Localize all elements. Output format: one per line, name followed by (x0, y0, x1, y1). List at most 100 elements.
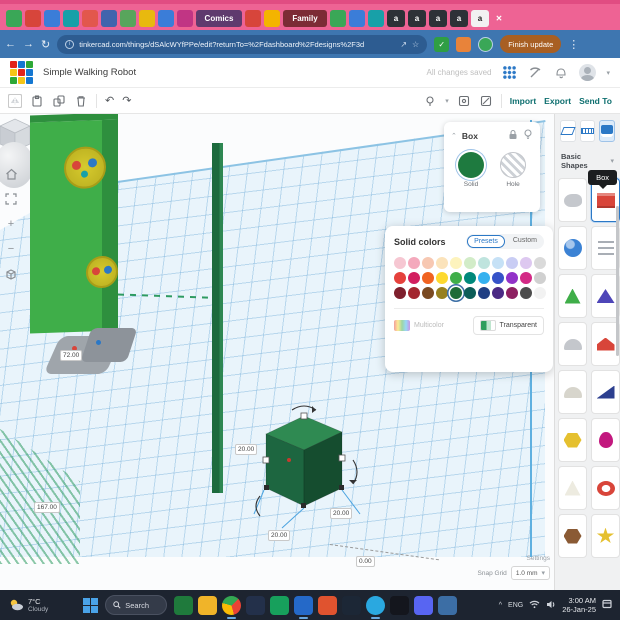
color-swatch[interactable] (506, 257, 518, 269)
perspective-toggle-icon[interactable] (3, 266, 19, 282)
address-bar[interactable]: i tinkercad.com/things/dSAlcWYfPPe/edit?… (57, 34, 428, 54)
browser-tab[interactable] (245, 9, 261, 27)
color-swatch[interactable] (450, 272, 462, 284)
lightbulb-icon[interactable] (523, 127, 533, 145)
design-title[interactable]: Simple Walking Robot (43, 67, 136, 78)
import-button[interactable]: Import (510, 96, 536, 106)
color-swatch[interactable] (450, 287, 462, 299)
browser-tab[interactable] (44, 9, 60, 27)
color-swatch[interactable] (422, 257, 434, 269)
taskbar-app-icon[interactable] (390, 595, 410, 615)
browser-tab[interactable] (139, 9, 155, 27)
notification-center-icon[interactable] (602, 596, 612, 614)
browser-tab[interactable] (177, 9, 193, 27)
extension-check-icon[interactable]: ✓ (434, 36, 450, 52)
shape-item[interactable] (591, 514, 620, 558)
transparent-option[interactable]: Transparent (472, 316, 544, 335)
shape-item[interactable] (558, 418, 587, 462)
browser-tab[interactable] (158, 9, 174, 27)
color-swatch[interactable] (506, 287, 518, 299)
dimension-depth-field[interactable]: 20.00 (268, 530, 291, 541)
notifications-bell-icon[interactable] (553, 65, 569, 81)
color-swatch[interactable] (464, 257, 476, 269)
color-swatch[interactable] (436, 257, 448, 269)
material-hole-option[interactable]: Hole (500, 152, 526, 188)
show-all-icon[interactable] (457, 94, 471, 108)
browser-tab[interactable]: Family (283, 9, 327, 27)
language-indicator[interactable]: ENG (508, 602, 523, 609)
notes-tool[interactable] (599, 120, 616, 142)
browser-tab[interactable] (349, 9, 365, 27)
color-swatch[interactable] (408, 272, 420, 284)
undo-icon[interactable]: ↶ (105, 95, 114, 107)
shape-item[interactable] (591, 466, 620, 510)
browser-tab[interactable] (120, 9, 136, 27)
delete-icon[interactable] (74, 94, 88, 108)
browser-tab[interactable]: a (387, 9, 405, 27)
browser-tab[interactable]: Comics (196, 9, 242, 27)
dimension-elevation-field[interactable]: 0.00 (356, 556, 375, 567)
browser-tab[interactable] (6, 9, 22, 27)
solid-swatch[interactable] (458, 152, 484, 178)
browser-tab[interactable] (25, 9, 41, 27)
clock[interactable]: 3:00 AM 26-Jan-25 (562, 596, 596, 614)
scale-handle-base-right[interactable] (339, 485, 344, 490)
color-swatch[interactable] (436, 272, 448, 284)
browser-tab[interactable] (264, 9, 280, 27)
scale-handle-base-mid[interactable] (301, 503, 306, 508)
color-swatch[interactable] (520, 272, 532, 284)
robot-eye-left[interactable] (64, 145, 106, 190)
color-swatch[interactable] (478, 257, 490, 269)
color-swatch[interactable] (506, 272, 518, 284)
wifi-icon[interactable] (529, 596, 540, 614)
color-swatch[interactable] (422, 272, 434, 284)
browser-menu-icon[interactable]: ⋮ (568, 38, 579, 51)
ruler-tool[interactable] (579, 120, 596, 142)
paste-icon[interactable] (30, 94, 44, 108)
taskbar-app-icon[interactable] (246, 595, 266, 615)
color-swatch[interactable] (408, 257, 420, 269)
browser-tab[interactable]: a (429, 9, 447, 27)
shape-item[interactable] (558, 514, 587, 558)
lock-icon[interactable] (508, 127, 518, 145)
duplicate-icon[interactable] (52, 94, 66, 108)
back-icon[interactable]: ← (5, 38, 16, 50)
color-swatch[interactable] (492, 287, 504, 299)
scale-handle-top[interactable] (300, 412, 308, 420)
color-swatch[interactable] (534, 257, 546, 269)
rotate-handle-left[interactable] (255, 495, 261, 517)
color-swatch[interactable] (408, 287, 420, 299)
tab-presets[interactable]: Presets (467, 235, 505, 248)
shape-item[interactable] (558, 322, 587, 366)
taskbar-app-icon[interactable] (342, 595, 362, 615)
taskbar-app-icon[interactable] (222, 595, 242, 619)
browser-tab[interactable] (330, 9, 346, 27)
taskbar-search[interactable]: Search (105, 595, 168, 615)
hide-icon[interactable] (479, 94, 493, 108)
color-swatch[interactable] (520, 257, 532, 269)
shape-item[interactable] (591, 418, 620, 462)
shape-item[interactable] (558, 274, 587, 318)
color-swatch[interactable] (534, 272, 546, 284)
shape-robot-body[interactable] (30, 114, 118, 334)
taskbar-app-icon[interactable] (366, 595, 386, 619)
panel-scrollbar[interactable] (616, 206, 619, 356)
scale-handle-base-left[interactable] (264, 485, 269, 490)
volume-icon[interactable] (546, 596, 556, 614)
browser-tab[interactable]: a (471, 9, 489, 27)
windows-start-button[interactable] (83, 597, 99, 613)
color-swatch[interactable] (492, 272, 504, 284)
multicolor-option[interactable]: Multicolor (394, 320, 473, 331)
annotate-caret-icon[interactable]: ▾ (445, 97, 449, 105)
shape-category-dropdown[interactable]: Basic Shapes (561, 152, 606, 170)
annotate-icon[interactable] (423, 94, 437, 108)
color-swatch[interactable] (492, 257, 504, 269)
robot-eye-right[interactable] (86, 255, 118, 289)
browser-tab[interactable] (63, 9, 79, 27)
weather-widget[interactable]: 7°C Cloudy (8, 597, 48, 613)
send-to-button[interactable]: Send To (579, 96, 612, 106)
taskbar-app-icon[interactable] (414, 595, 434, 615)
collapse-icon[interactable]: ⌃ (451, 132, 457, 140)
scale-handle-left[interactable] (262, 456, 270, 464)
browser-tab[interactable] (82, 9, 98, 27)
